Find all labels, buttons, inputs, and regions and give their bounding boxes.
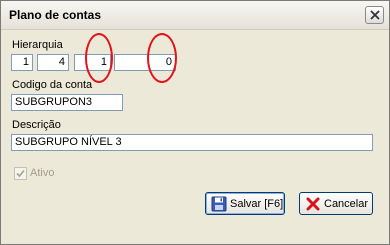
floppy-disk-icon — [211, 196, 227, 212]
hierarquia-level-1-field[interactable]: 1 — [11, 54, 33, 71]
hierarquia-label: Hierarquia — [12, 39, 63, 51]
save-button[interactable]: Salvar [F6] — [205, 192, 285, 215]
codigo-label: Codigo da conta — [12, 79, 93, 91]
close-icon — [370, 10, 380, 20]
ativo-label: Ativo — [30, 167, 55, 179]
title-bar: Plano de contas — [1, 1, 389, 30]
dialog-window: Plano de contas Hierarquia 1 4 1 0 Codig… — [0, 0, 390, 245]
highlight-circle-level-4 — [147, 33, 177, 83]
descricao-field[interactable]: SUBGRUPO NÍVEL 3 — [11, 134, 373, 151]
descricao-label: Descrição — [12, 119, 61, 131]
ativo-checkbox[interactable] — [14, 167, 27, 180]
close-button[interactable] — [365, 6, 384, 24]
window-title: Plano de contas — [9, 8, 102, 22]
hierarquia-level-2-field[interactable]: 4 — [37, 54, 69, 71]
highlight-circle-level-3 — [85, 33, 113, 83]
cancel-button-label: Cancelar — [324, 198, 369, 210]
check-icon — [16, 169, 25, 178]
save-button-label: Salvar [F6] — [230, 198, 284, 210]
cancel-button[interactable]: Cancelar — [299, 192, 373, 215]
codigo-conta-field[interactable]: SUBGRUPON3 — [11, 94, 123, 111]
red-x-icon — [306, 197, 320, 211]
